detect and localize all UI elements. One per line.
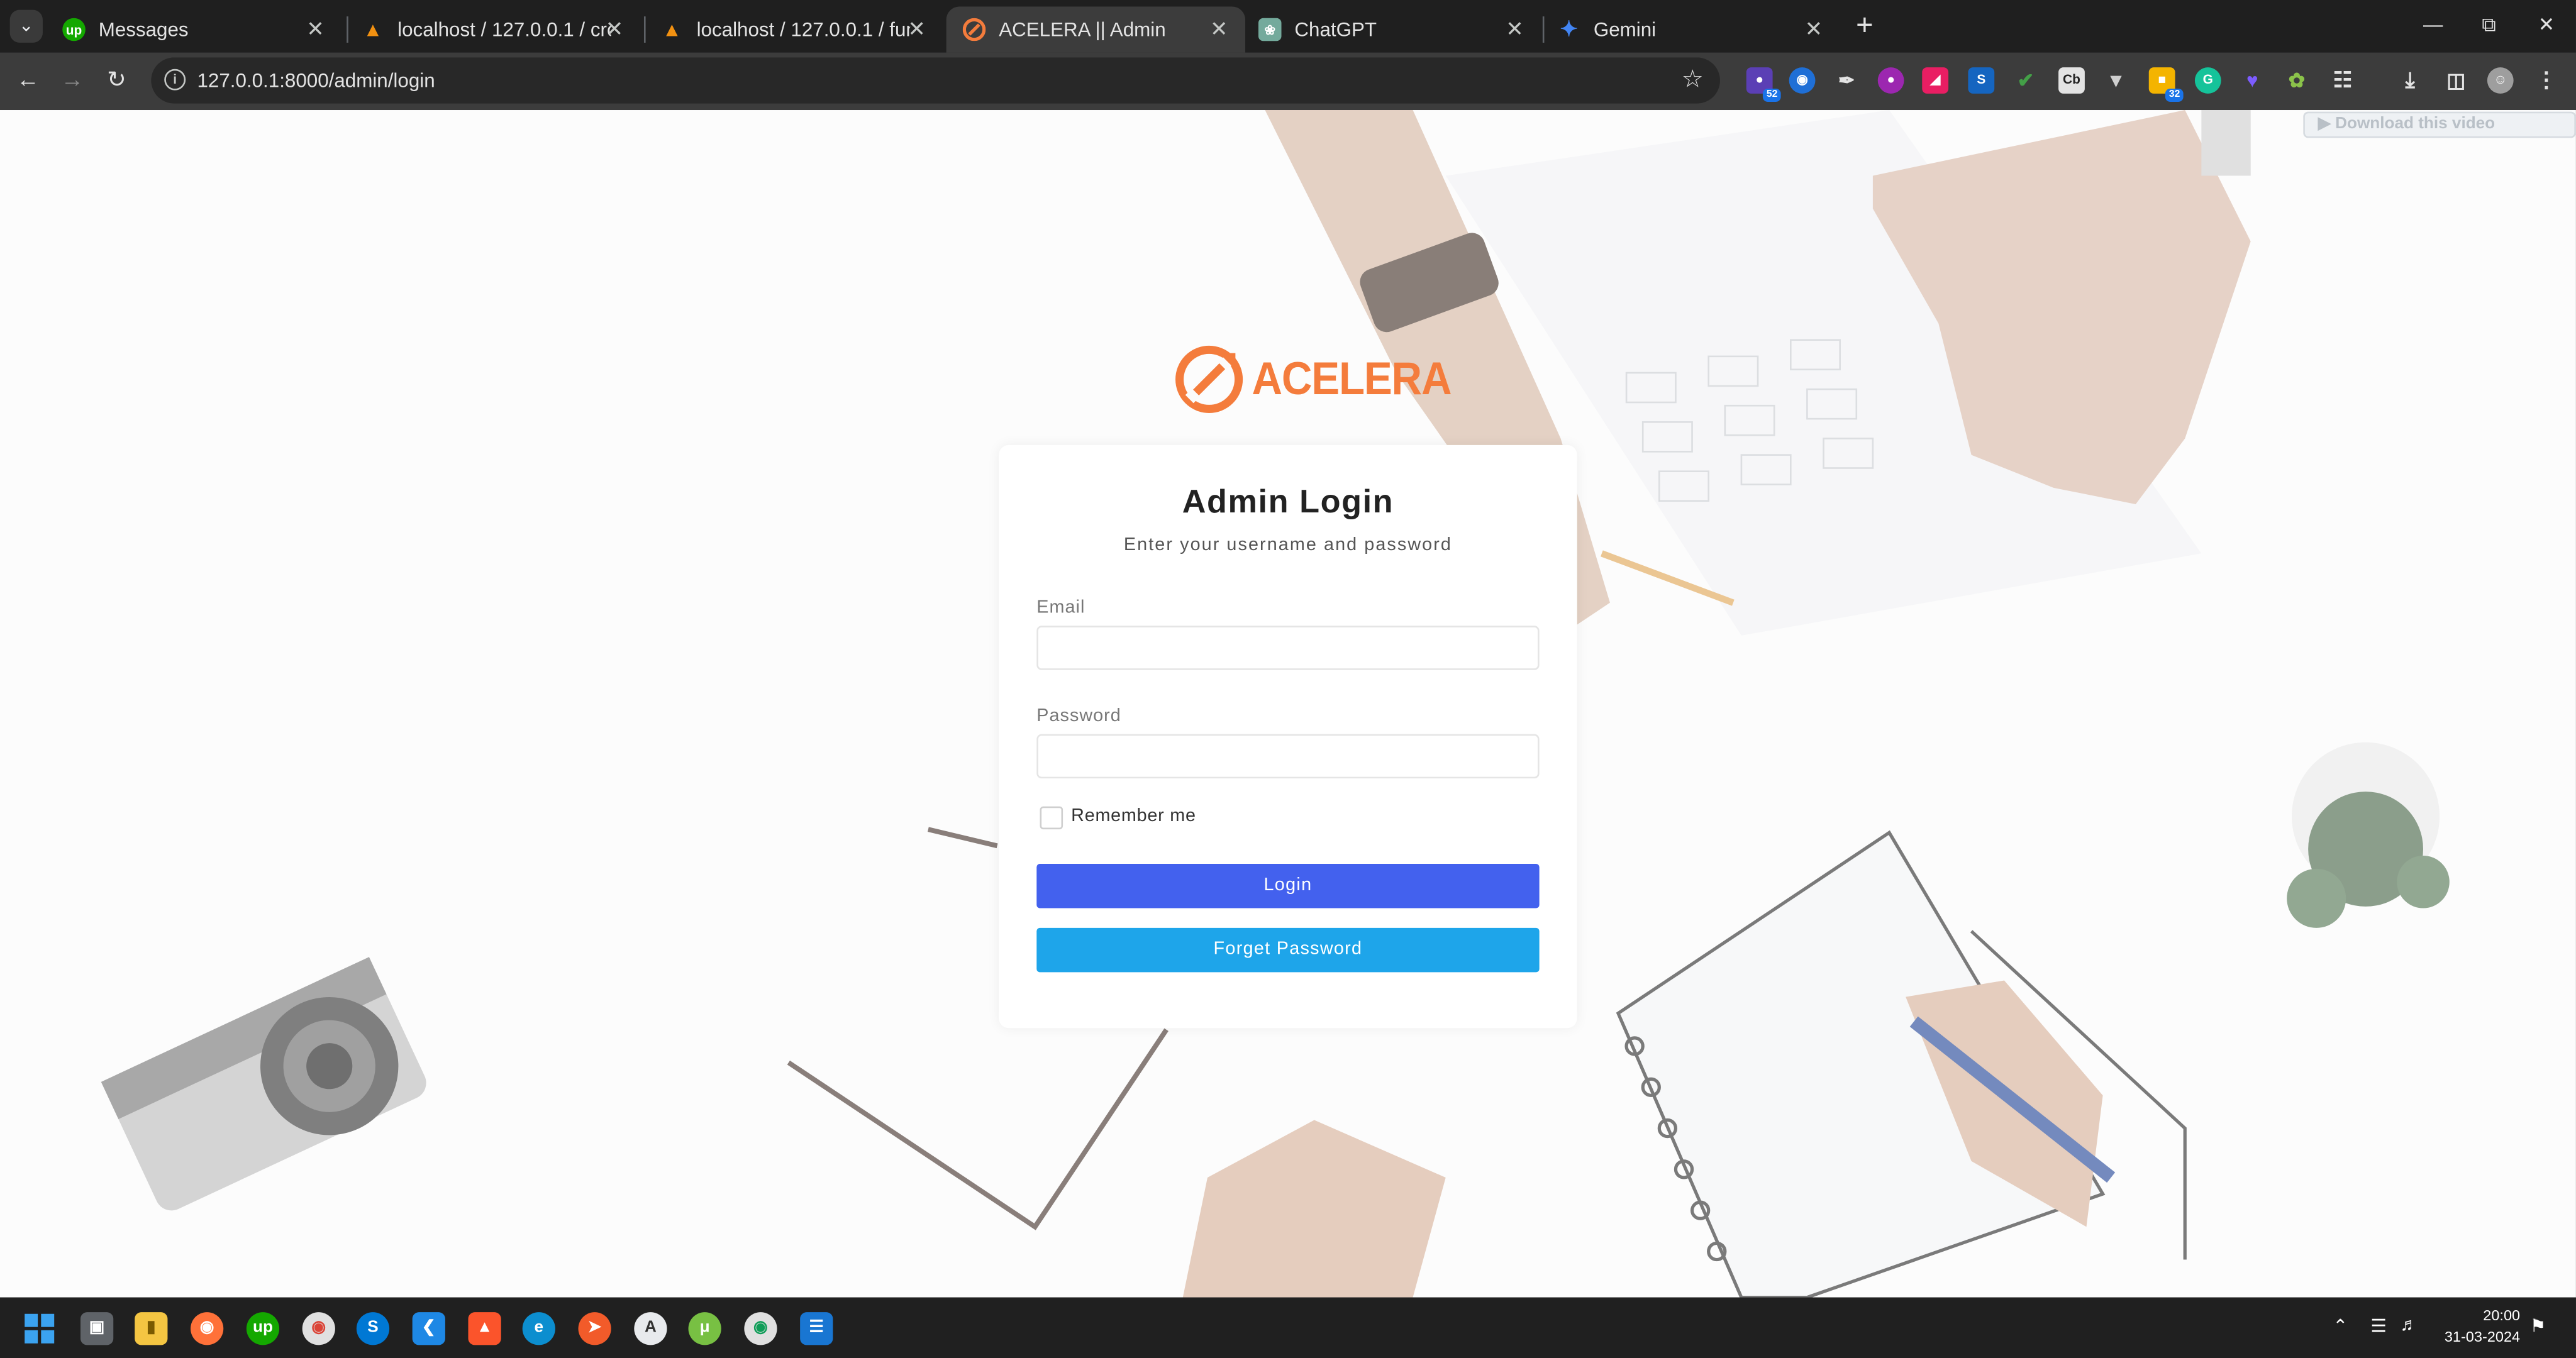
firefox-icon[interactable]: ◉ xyxy=(191,1312,224,1345)
extension-icon[interactable]: Cb xyxy=(2058,67,2085,94)
tab-phpmyadmin-crowdfund[interactable]: ▲ localhost / 127.0.0.1 / crowdfun ✕ xyxy=(345,6,641,52)
grammarly-icon[interactable]: G xyxy=(2194,67,2221,94)
close-icon[interactable]: ✕ xyxy=(1801,16,1827,43)
extension-icon[interactable]: ◢ xyxy=(1922,67,1949,94)
extension-icon[interactable]: ✿ xyxy=(2284,67,2310,94)
extension-icon[interactable]: ♥ xyxy=(2239,67,2265,94)
forget-password-button[interactable]: Forget Password xyxy=(1036,927,1540,973)
postman-icon[interactable]: ➤ xyxy=(578,1312,611,1345)
tab-title: ACELERA || Admin xyxy=(999,18,1166,41)
tab-gemini[interactable]: ✦ Gemini ✕ xyxy=(1541,6,1840,52)
avatar[interactable]: ☺ xyxy=(2487,67,2514,94)
menu-kebab-icon[interactable]: ⋮ xyxy=(2533,67,2560,94)
tab-title: Gemini xyxy=(1593,18,1657,41)
remember-me-label[interactable]: Remember me xyxy=(1071,807,1196,826)
rocket-logo-icon xyxy=(1175,345,1243,413)
chrome-icon[interactable]: ◉ xyxy=(744,1312,777,1345)
extension-badge: 52 xyxy=(1763,89,1781,102)
volume-icon[interactable]: ♬ xyxy=(2400,1315,2418,1335)
phpmyadmin-icon: ▲ xyxy=(363,18,383,41)
extension-icon[interactable]: ● xyxy=(1877,67,1904,94)
notification-bell-icon[interactable]: ⚑ xyxy=(2530,1315,2546,1337)
app-icon[interactable]: A xyxy=(634,1312,667,1345)
edge-icon[interactable]: e xyxy=(522,1312,555,1345)
tab-phpmyadmin-fund[interactable]: ▲ localhost / 127.0.0.1 / fund / ca ✕ xyxy=(644,6,943,52)
close-icon[interactable]: ✕ xyxy=(904,16,930,43)
extension-icon[interactable]: ■ 32 xyxy=(2148,67,2184,102)
clock-time[interactable]: 20:00 xyxy=(2445,1307,2520,1323)
tab-messages[interactable]: up Messages ✕ xyxy=(46,6,341,52)
upwork-icon[interactable]: up xyxy=(246,1312,280,1345)
back-button[interactable]: ← xyxy=(13,65,43,92)
extension-icon[interactable]: ● 52 xyxy=(1746,67,1781,102)
tab-title: Messages xyxy=(98,18,189,41)
chatgpt-icon: ❀ xyxy=(1258,18,1282,41)
close-window-button[interactable]: ✕ xyxy=(2530,13,2563,36)
logo-text: ACELERA xyxy=(1252,353,1452,404)
windows-start-icon[interactable] xyxy=(23,1312,56,1345)
browser-toolbar: ← → ↻ i 127.0.0.1:8000/admin/login ☆ ● 52… xyxy=(0,52,2576,111)
tab-title: localhost / 127.0.0.1 / crowdfun xyxy=(397,18,611,41)
tab-acelera-admin[interactable]: ACELERA || Admin ✕ xyxy=(946,6,1246,53)
bookmark-star-icon[interactable]: ☆ xyxy=(1682,64,1704,93)
vscode-icon[interactable]: ❮ xyxy=(412,1312,445,1345)
eyedropper-icon[interactable]: ✒ xyxy=(1833,67,1860,94)
page-viewport: ▶ Download this video ACELERA Admin Logi… xyxy=(0,110,2576,1298)
wifi-icon[interactable]: ☰ xyxy=(2370,1315,2387,1337)
download-icon[interactable]: ⤓ xyxy=(2397,67,2423,94)
show-hidden-icons-icon[interactable]: ⌃ xyxy=(2333,1315,2348,1337)
extension-icon[interactable]: ◉ xyxy=(1789,67,1816,94)
close-icon[interactable]: ✕ xyxy=(1206,16,1232,43)
site-info-icon[interactable]: i xyxy=(164,69,186,91)
restore-button[interactable]: ⧉ xyxy=(2472,13,2505,38)
tab-search-button[interactable]: ⌄ xyxy=(9,9,43,43)
close-icon[interactable]: ✕ xyxy=(1502,16,1528,43)
forward-button[interactable]: → xyxy=(57,65,87,92)
download-video-label: Download this video xyxy=(2335,114,2496,133)
phpmyadmin-icon: ▲ xyxy=(662,18,682,41)
close-icon[interactable]: ✕ xyxy=(601,16,628,43)
address-bar[interactable]: i 127.0.0.1:8000/admin/login ☆ xyxy=(151,57,1720,104)
brave-icon[interactable]: ▲ xyxy=(468,1312,501,1345)
extension-icon[interactable]: S xyxy=(1968,67,1995,94)
upwork-icon: up xyxy=(62,18,86,41)
file-explorer-icon[interactable]: ▮ xyxy=(135,1312,168,1345)
download-video-button[interactable]: ▶ Download this video xyxy=(2303,111,2576,138)
tab-title: localhost / 127.0.0.1 / fund / ca xyxy=(696,18,911,41)
password-label: Password xyxy=(1036,706,1121,726)
email-field[interactable] xyxy=(1036,626,1540,670)
login-card: Admin Login Enter your username and pass… xyxy=(999,444,1577,1029)
remember-me-checkbox[interactable] xyxy=(1040,806,1063,830)
extensions-puzzle-icon[interactable]: ☷ xyxy=(2329,67,2356,94)
notepad-icon[interactable]: ☰ xyxy=(800,1312,833,1345)
new-tab-button[interactable]: + xyxy=(1850,10,1879,40)
extension-icon[interactable]: ✔ xyxy=(2012,67,2039,94)
extension-icon[interactable]: ▼ xyxy=(2103,67,2129,94)
clock-date[interactable]: 31-03-2024 xyxy=(2431,1328,2520,1345)
login-title: Admin Login xyxy=(1182,484,1394,521)
skype-icon[interactable]: S xyxy=(356,1312,390,1345)
login-button[interactable]: Login xyxy=(1036,864,1540,908)
acelera-icon xyxy=(962,18,986,41)
side-panel-icon[interactable]: ◫ xyxy=(2443,67,2469,94)
chrome-icon[interactable]: ◉ xyxy=(302,1312,335,1345)
utorrent-icon[interactable]: μ xyxy=(688,1312,721,1345)
tab-chatgpt[interactable]: ❀ ChatGPT ✕ xyxy=(1242,6,1541,52)
password-field[interactable] xyxy=(1036,734,1540,779)
url-text[interactable]: 127.0.0.1:8000/admin/login xyxy=(197,69,435,92)
login-subtitle: Enter your username and password xyxy=(1123,535,1452,555)
email-label: Email xyxy=(1036,597,1085,618)
task-view-icon[interactable]: ▣ xyxy=(80,1312,114,1345)
extension-badge: 32 xyxy=(2165,89,2184,102)
windows-taskbar: ▣ ▮ ◉ up ◉ S ❮ ▲ e ➤ A μ ◉ ☰ ⌃ ☰ ♬ ⚑ xyxy=(0,1297,2576,1358)
gemini-icon: ✦ xyxy=(1560,16,1578,41)
acelera-logo: ACELERA xyxy=(1173,343,1468,416)
close-icon[interactable]: ✕ xyxy=(303,16,329,43)
tab-title: ChatGPT xyxy=(1294,18,1377,41)
reload-button[interactable]: ↻ xyxy=(102,65,131,93)
minimize-button[interactable]: — xyxy=(2417,13,2450,36)
tab-strip: ⌄ up Messages ✕ ▲ localhost / 127.0.0.1 … xyxy=(0,0,2576,53)
